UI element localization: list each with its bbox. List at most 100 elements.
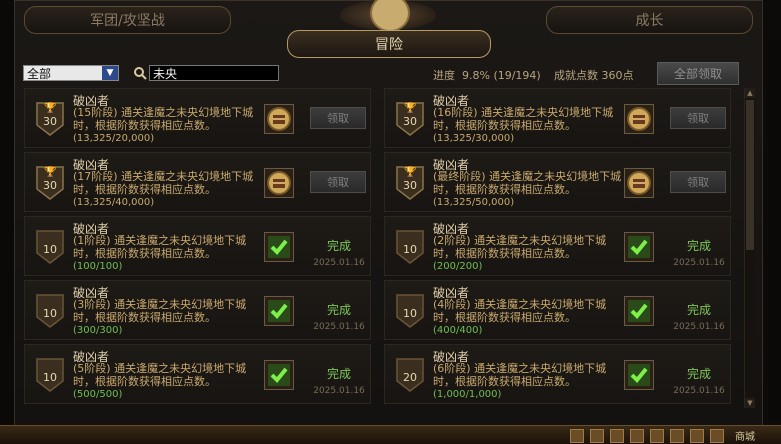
completed-label: 完成	[326, 367, 351, 381]
achievement-description: (17阶段) 通关逢魔之未央幻境地下城时，根据阶数获得相应点数。	[73, 170, 254, 196]
points-shield-icon: 10	[35, 229, 65, 265]
tab-growth[interactable]: 成长	[546, 6, 753, 34]
reward-chest-icon	[264, 168, 294, 198]
left-edge	[0, 0, 14, 425]
reward-chest-icon	[264, 104, 294, 134]
completed-date: 2025.01.16	[673, 386, 725, 396]
chevron-down-icon[interactable]: ▼	[102, 66, 118, 80]
achievement-card: 🏆 30 破凶者 (17阶段) 通关逢魔之未央幻境地下城时，根据阶数获得相应点数。 (1…	[24, 152, 371, 212]
achievement-progress: (300/300)	[73, 325, 123, 336]
achievement-progress: (100/100)	[73, 261, 123, 272]
points-shield-icon: 10	[395, 293, 425, 329]
check-icon	[264, 360, 294, 390]
claim-button[interactable]: 领取	[310, 171, 366, 193]
search-input[interactable]	[149, 65, 279, 81]
scrollbar[interactable]: ▲ ▼	[744, 88, 755, 408]
trophy-icon: 🏆	[404, 103, 417, 114]
completed-label: 完成	[326, 239, 351, 253]
points-value: 30	[43, 179, 57, 192]
points-text: 成就点数 360点	[554, 69, 634, 82]
achievement-card: 10 破凶者 (3阶段) 通关逢魔之未央幻境地下城时，根据阶数获得相应点数。 (300…	[24, 280, 371, 340]
achievement-description: (5阶段) 通关逢魔之未央幻境地下城时，根据阶数获得相应点数。	[73, 362, 247, 388]
achievement-emblem-icon	[340, 0, 436, 32]
trophy-icon: 🏆	[44, 167, 57, 178]
points-shield-icon: 10	[35, 293, 65, 329]
hud-slot-icon[interactable]	[590, 429, 604, 443]
scroll-down-icon[interactable]: ▼	[745, 398, 755, 408]
completed-date: 2025.01.16	[313, 386, 365, 396]
completed-date: 2025.01.16	[673, 322, 725, 332]
achievement-progress: (13,325/40,000)	[73, 197, 155, 208]
points-value: 10	[403, 243, 417, 256]
reward-chest-icon	[624, 104, 654, 134]
scroll-thumb[interactable]	[746, 100, 754, 250]
completed-label: 完成	[686, 239, 711, 253]
achievement-description: (4阶段) 通关逢魔之未央幻境地下城时，根据阶数获得相应点数。	[433, 298, 607, 324]
achievement-card: 10 破凶者 (2阶段) 通关逢魔之未央幻境地下城时，根据阶数获得相应点数。 (200…	[384, 216, 731, 276]
achievement-progress: (200/200)	[433, 261, 483, 272]
completed-label: 完成	[686, 303, 711, 317]
hud-slot-icon[interactable]	[650, 429, 664, 443]
shop-button[interactable]: 商城	[735, 428, 755, 443]
hud-slot-icon[interactable]	[610, 429, 624, 443]
achievement-card: 10 破凶者 (5阶段) 通关逢魔之未央幻境地下城时，根据阶数获得相应点数。 (500…	[24, 344, 371, 404]
achievement-card: 20 破凶者 (6阶段) 通关逢魔之未央幻境地下城时，根据阶数获得相应点数。 (1,0…	[384, 344, 731, 404]
points-value: 10	[43, 371, 57, 384]
points-shield-icon: 20	[395, 357, 425, 393]
points-value: 360点	[601, 69, 634, 82]
tab-adventure[interactable]: 冒险	[287, 30, 491, 58]
achievement-progress: (1,000/1,000)	[433, 389, 502, 400]
achievement-window: 军团/攻坚战 成长 冒险 全部 ▼ 进度 9.8% (19/194) 成就点数 …	[0, 0, 781, 444]
toolbar: 全部 ▼ 进度 9.8% (19/194) 成就点数 360点 全部领取	[23, 62, 743, 85]
points-shield-icon: 🏆 30	[35, 165, 65, 201]
achievement-description: (1阶段) 通关逢魔之未央幻境地下城时，根据阶数获得相应点数。	[73, 234, 247, 260]
points-shield-icon: 🏆 30	[35, 101, 65, 137]
game-hud-bar: 商城	[0, 425, 781, 444]
claim-button[interactable]: 领取	[310, 107, 366, 129]
achievement-list: 🏆 30 破凶者 (15阶段) 通关逢魔之未央幻境地下城时，根据阶数获得相应点数。 (1…	[24, 88, 734, 408]
progress-value: 9.8% (19/194)	[462, 69, 541, 82]
hud-slot-icon[interactable]	[570, 429, 584, 443]
achievement-progress: (13,325/20,000)	[73, 133, 155, 144]
completed-date: 2025.01.16	[673, 258, 725, 268]
filter-value: 全部	[27, 67, 52, 81]
achievement-card: 10 破凶者 (4阶段) 通关逢魔之未央幻境地下城时，根据阶数获得相应点数。 (400…	[384, 280, 731, 340]
completed-date: 2025.01.16	[313, 322, 365, 332]
claim-button[interactable]: 领取	[670, 171, 726, 193]
achievement-description: (2阶段) 通关逢魔之未央幻境地下城时，根据阶数获得相应点数。	[433, 234, 607, 260]
tab-legion[interactable]: 军团/攻坚战	[24, 6, 231, 34]
achievement-description: (15阶段) 通关逢魔之未央幻境地下城时，根据阶数获得相应点数。	[73, 106, 254, 132]
hud-slot-icon[interactable]	[670, 429, 684, 443]
scroll-up-icon[interactable]: ▲	[745, 88, 755, 98]
points-value: 10	[43, 243, 57, 256]
points-value: 30	[403, 179, 417, 192]
points-shield-icon: 10	[395, 229, 425, 265]
hud-slot-icon[interactable]	[690, 429, 704, 443]
right-edge	[768, 40, 781, 420]
points-value: 10	[403, 307, 417, 320]
achievement-progress: (500/500)	[73, 389, 123, 400]
search-icon	[134, 67, 147, 80]
trophy-icon: 🏆	[44, 103, 57, 114]
points-value: 30	[43, 115, 57, 128]
achievement-description: (3阶段) 通关逢魔之未央幻境地下城时，根据阶数获得相应点数。	[73, 298, 247, 324]
progress-text: 进度 9.8% (19/194)	[433, 69, 541, 82]
achievement-card: 🏆 30 破凶者 (16阶段) 通关逢魔之未央幻境地下城时，根据阶数获得相应点数。 (1…	[384, 88, 731, 148]
achievement-card: 🏆 30 破凶者 (15阶段) 通关逢魔之未央幻境地下城时，根据阶数获得相应点数。 (1…	[24, 88, 371, 148]
claim-button[interactable]: 领取	[670, 107, 726, 129]
check-icon	[624, 296, 654, 326]
achievement-progress: (400/400)	[433, 325, 483, 336]
hud-slot-icon[interactable]	[710, 429, 724, 443]
achievement-card: 10 破凶者 (1阶段) 通关逢魔之未央幻境地下城时，根据阶数获得相应点数。 (100…	[24, 216, 371, 276]
hud-slot-icon[interactable]	[630, 429, 644, 443]
check-icon	[264, 296, 294, 326]
achievement-description: (6阶段) 通关逢魔之未央幻境地下城时，根据阶数获得相应点数。	[433, 362, 607, 388]
filter-select[interactable]: 全部 ▼	[23, 65, 119, 81]
completed-label: 完成	[686, 367, 711, 381]
trophy-icon: 🏆	[404, 167, 417, 178]
points-shield-icon: 🏆 30	[395, 165, 425, 201]
points-value: 10	[43, 307, 57, 320]
check-icon	[624, 360, 654, 390]
achievement-card: 🏆 30 破凶者 (最终阶段) 通关逢魔之未央幻境地下城时，根据阶数获得相应点数。 (1…	[384, 152, 731, 212]
claim-all-button[interactable]: 全部领取	[657, 62, 739, 85]
